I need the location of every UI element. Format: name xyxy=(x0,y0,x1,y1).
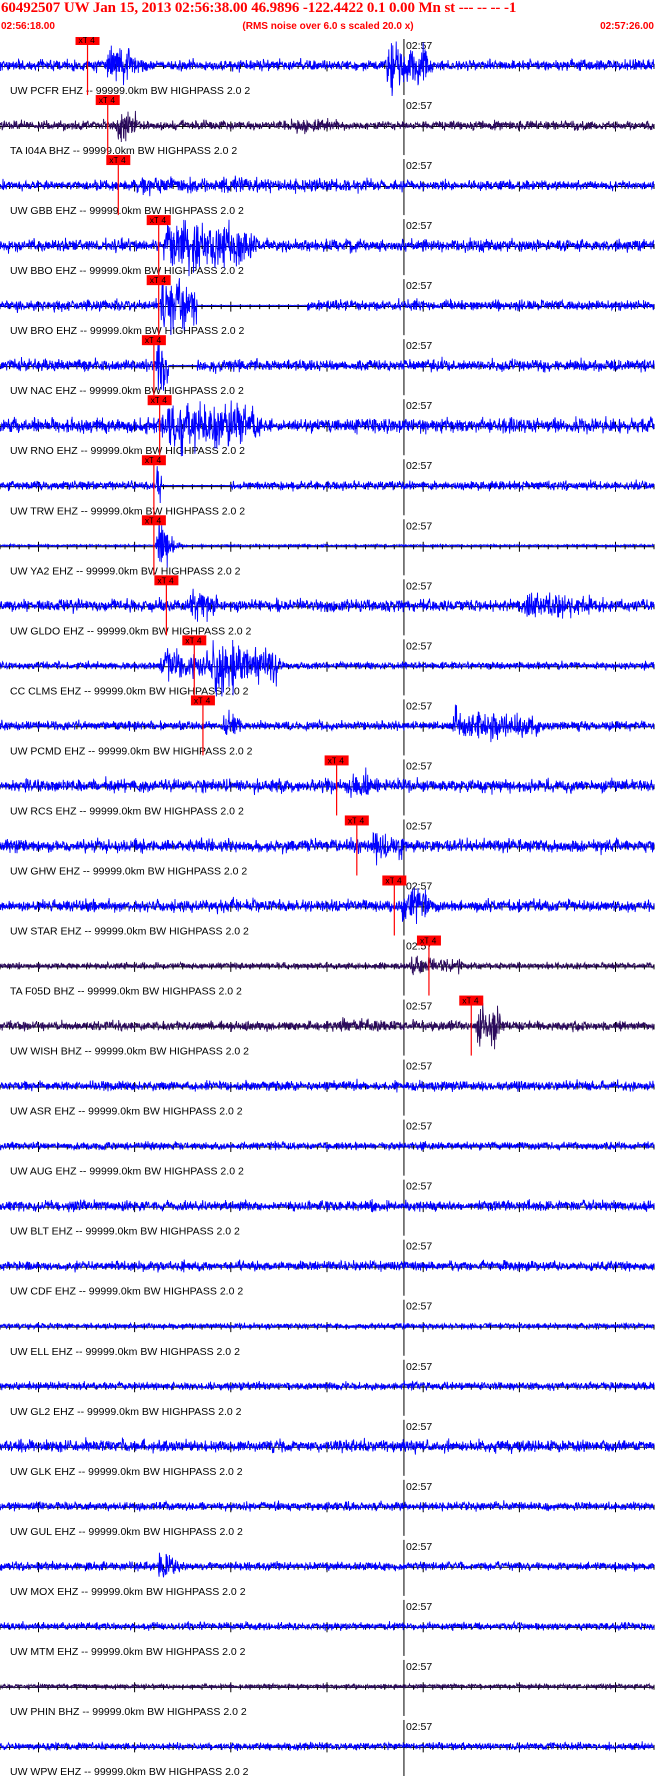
station-label: UW RNO EHZ -- 99999.0km BW HIGHPASS 2.0 … xyxy=(10,445,245,457)
waveform-trace xyxy=(0,466,655,504)
minute-marker-label: 02:57 xyxy=(406,820,432,832)
station-label: UW BRO EHZ -- 99999.0km BW HIGHPASS 2.0 … xyxy=(10,325,245,337)
minute-marker-label: 02:57 xyxy=(406,1361,432,1373)
plot-header: 60492507 UW Jan 15, 2013 02:56:38.00 46.… xyxy=(0,0,656,38)
station-label: UW BLT EHZ -- 99999.0km BW HIGHPASS 2.0 … xyxy=(10,1226,240,1238)
station-label: UW WISH BHZ -- 99999.0km BW HIGHPASS 2.0… xyxy=(10,1046,249,1058)
minute-marker-label: 02:57 xyxy=(406,880,432,892)
station-label: UW AUG EHZ -- 99999.0km BW HIGHPASS 2.0 … xyxy=(10,1166,244,1178)
pick-label: xT 4 xyxy=(150,275,167,285)
waveform-trace xyxy=(0,175,655,197)
station-label: UW YA2 EHZ -- 99999.0km BW HIGHPASS 2.0 … xyxy=(10,565,241,577)
minute-marker-label: 02:57 xyxy=(406,280,432,292)
minute-marker-label: 02:57 xyxy=(406,1541,432,1553)
station-label: UW CDF EHZ -- 99999.0km BW HIGHPASS 2.0 … xyxy=(10,1286,243,1298)
pick-label: xT 4 xyxy=(109,155,126,165)
pick-label: xT 4 xyxy=(328,755,345,765)
waveform-trace xyxy=(0,1002,655,1050)
minute-marker-label: 02:57 xyxy=(406,1481,432,1493)
end-time-label: 02:57:26.00 xyxy=(600,21,654,32)
pick-label: xT 4 xyxy=(385,875,402,885)
station-label: UW WPW EHZ -- 99999.0km BW HIGHPASS 2.0 … xyxy=(10,1766,249,1778)
waveform-trace xyxy=(0,887,655,925)
station-label: TA F05D BHZ -- 99999.0km BW HIGHPASS 2.0… xyxy=(10,986,242,998)
minute-marker-label: 02:57 xyxy=(406,160,432,172)
station-label: UW ELL EHZ -- 99999.0km BW HIGHPASS 2.0 … xyxy=(10,1346,240,1358)
waveform-trace xyxy=(0,338,655,391)
waveform-trace xyxy=(0,588,655,622)
minute-marker-label: 02:57 xyxy=(406,1061,432,1073)
minute-marker-label: 02:57 xyxy=(406,1001,432,1013)
minute-marker-label: 02:57 xyxy=(406,1721,432,1733)
minute-marker-label: 02:57 xyxy=(406,760,432,772)
station-label: UW TRW EHZ -- 99999.0km BW HIGHPASS 2.0 … xyxy=(10,505,245,517)
minute-marker-label: 02:57 xyxy=(406,1301,432,1313)
event-title: 60492507 UW Jan 15, 2013 02:56:38.00 46.… xyxy=(1,0,517,16)
minute-marker-label: 02:57 xyxy=(406,400,432,412)
minute-marker-label: 02:57 xyxy=(406,1181,432,1193)
station-label: UW MTM EHZ -- 99999.0km BW HIGHPASS 2.0 … xyxy=(10,1646,246,1658)
scaling-subtitle: (RMS noise over 6.0 s scaled 20.0 x) xyxy=(242,21,414,32)
minute-marker-label: 02:57 xyxy=(406,340,432,352)
minute-marker-label: 02:57 xyxy=(406,1421,432,1433)
pick-label: xT 4 xyxy=(145,455,162,465)
minute-marker-label: 02:57 xyxy=(406,1601,432,1613)
pick-label: xT 4 xyxy=(157,575,174,585)
pick-label: xT 4 xyxy=(150,215,167,225)
station-label: UW GLK EHZ -- 99999.0km BW HIGHPASS 2.0 … xyxy=(10,1466,243,1478)
station-label: UW GHW EHZ -- 99999.0km BW HIGHPASS 2.0 … xyxy=(10,865,247,877)
pick-label: xT 4 xyxy=(151,395,168,405)
pick-label: xT 4 xyxy=(145,335,162,345)
station-label: UW GUL EHZ -- 99999.0km BW HIGHPASS 2.0 … xyxy=(10,1526,243,1538)
minute-marker-label: 02:57 xyxy=(406,520,432,532)
seismogram-plot: UW PCFR EHZ -- 99999.0km BW HIGHPASS 2.0… xyxy=(0,37,655,1778)
minute-marker-label: 02:57 xyxy=(406,1661,432,1673)
minute-marker-label: 02:57 xyxy=(406,1241,432,1253)
station-label: UW PHIN BHZ -- 99999.0km BW HIGHPASS 2.0… xyxy=(10,1706,247,1718)
minute-marker-label: 02:57 xyxy=(406,100,432,112)
pick-label: xT 4 xyxy=(462,996,479,1006)
station-label: UW PCFR EHZ -- 99999.0km BW HIGHPASS 2.0… xyxy=(10,85,250,97)
minute-marker-label: 02:57 xyxy=(406,40,432,52)
pick-label: xT 4 xyxy=(420,936,437,946)
station-label: UW RCS EHZ -- 99999.0km BW HIGHPASS 2.0 … xyxy=(10,805,244,817)
station-label: UW PCMD EHZ -- 99999.0km BW HIGHPASS 2.0… xyxy=(10,745,253,757)
pick-label: xT 4 xyxy=(348,815,365,825)
minute-marker-label: 02:57 xyxy=(406,1121,432,1133)
station-label: UW NAC EHZ -- 99999.0km BW HIGHPASS 2.0 … xyxy=(10,385,244,397)
pick-label: xT 4 xyxy=(194,695,211,705)
pick-label: xT 4 xyxy=(185,635,202,645)
pick-label: xT 4 xyxy=(99,95,116,105)
station-label: UW ASR EHZ -- 99999.0km BW HIGHPASS 2.0 … xyxy=(10,1106,243,1118)
station-label: UW GLDO EHZ -- 99999.0km BW HIGHPASS 2.0… xyxy=(10,625,252,637)
minute-marker-label: 02:57 xyxy=(406,220,432,232)
minute-marker-label: 02:57 xyxy=(406,700,432,712)
waveform-trace xyxy=(0,1552,655,1578)
minute-marker-label: 02:57 xyxy=(406,640,432,652)
station-label: UW BBO EHZ -- 99999.0km BW HIGHPASS 2.0 … xyxy=(10,265,244,277)
pick-label: xT 4 xyxy=(145,515,162,525)
station-label: UW GBB EHZ -- 99999.0km BW HIGHPASS 2.0 … xyxy=(10,205,244,217)
station-label: UW STAR EHZ -- 99999.0km BW HIGHPASS 2.0… xyxy=(10,926,249,938)
waveform-trace xyxy=(0,955,655,976)
pick-label: xT 4 xyxy=(79,37,96,45)
minute-marker-label: 02:57 xyxy=(406,460,432,472)
station-label: UW GL2 EHZ -- 99999.0km BW HIGHPASS 2.0 … xyxy=(10,1406,242,1418)
minute-marker-label: 02:57 xyxy=(406,580,432,592)
station-label: UW MOX EHZ -- 99999.0km BW HIGHPASS 2.0 … xyxy=(10,1586,246,1598)
